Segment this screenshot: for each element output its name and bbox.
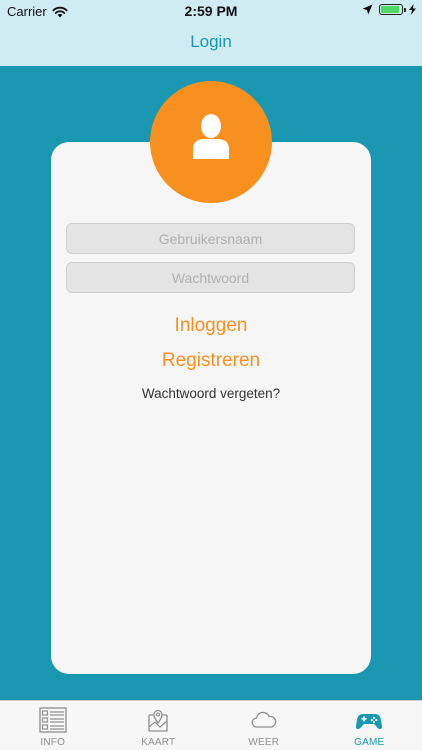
status-bar: Carrier 2:59 PM: [0, 0, 422, 22]
tab-info[interactable]: INFO: [0, 701, 106, 750]
avatar: [150, 81, 272, 203]
location-arrow-icon: [362, 4, 373, 15]
user-icon: [193, 114, 229, 159]
battery-icon: [379, 4, 406, 15]
forgot-password-link[interactable]: Wachtwoord vergeten?: [51, 386, 371, 401]
battery-cap: [404, 8, 406, 12]
register-button[interactable]: Registreren: [51, 350, 371, 372]
page-title: Login: [190, 32, 232, 51]
map-icon: [148, 709, 168, 732]
password-field[interactable]: [66, 262, 355, 293]
tab-bar: INFO KAART WEER GAME: [0, 700, 422, 750]
tab-kaart-label: KAART: [141, 737, 176, 748]
cloud-icon: [251, 711, 277, 728]
tab-kaart[interactable]: KAART: [106, 701, 212, 750]
tab-weer[interactable]: WEER: [211, 701, 317, 750]
tab-weer-label: WEER: [248, 737, 280, 748]
username-field[interactable]: [66, 223, 355, 254]
gamepad-icon: [356, 714, 383, 729]
battery-level: [381, 6, 399, 13]
tab-game[interactable]: GAME: [317, 701, 422, 750]
top-bar: Carrier 2:59 PM Login: [0, 0, 422, 66]
login-button[interactable]: Inloggen: [51, 315, 371, 337]
login-card: Inloggen Registreren Wachtwoord vergeten…: [51, 142, 371, 674]
status-indicators: [362, 4, 416, 15]
tab-info-label: INFO: [40, 737, 66, 748]
charging-bolt-icon: [409, 4, 416, 15]
tab-game-label: GAME: [354, 737, 385, 748]
login-screen: Carrier 2:59 PM Login Gebruikersnaam Inl…: [0, 0, 422, 750]
list-icon: [39, 707, 67, 733]
status-time: 2:59 PM: [184, 3, 238, 19]
